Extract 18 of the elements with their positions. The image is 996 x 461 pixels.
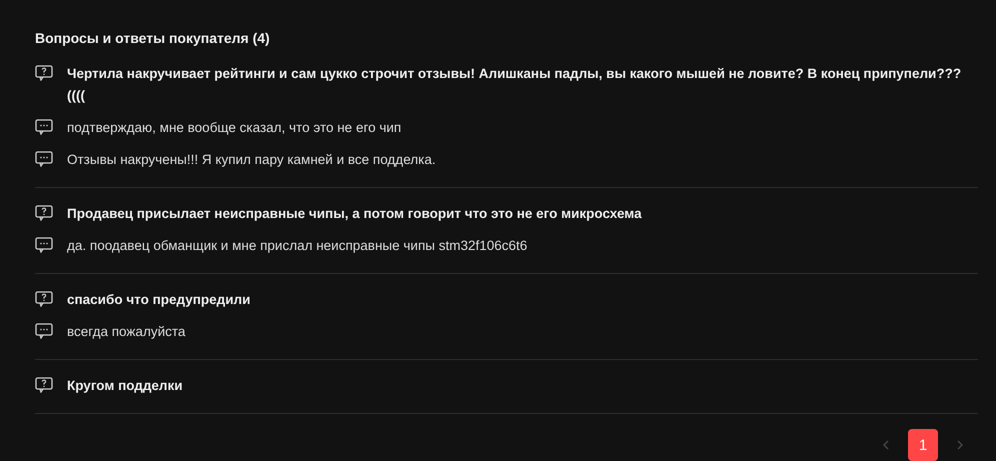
answer-text: да. поодавец обманщик и мне прислал неисправные чипы stm32f106c6t6 [67, 237, 528, 255]
answer-icon [35, 119, 53, 135]
question-text: Чертила накручивает рейтинги и сам цукко строчит отзывы! Алишканы падлы, вы какого мышей не ловите? В конец припупели???(((( [67, 65, 962, 105]
answer-icon [35, 237, 53, 253]
question-text: Продавец присылает неисправные чипы, а потом говорит что это не его микросхема [67, 205, 642, 223]
question-text: Кругом подделки [67, 377, 183, 395]
page-button[interactable]: 1 [908, 429, 938, 461]
answer-text: всегда пожалуйста [67, 323, 186, 341]
answer-icon [35, 151, 53, 167]
question-icon [35, 205, 53, 221]
answer-icon [35, 323, 53, 339]
question-text: спасибо что предупредили [67, 291, 250, 309]
question-icon [35, 377, 53, 393]
answer-text: подтверждаю, мне вообще сказал, что это не его чип [67, 119, 402, 137]
question-icon [35, 65, 53, 81]
answer-text: Отзывы накручены!!! Я купил пару камней и все подделка. [67, 151, 436, 169]
question-icon [35, 291, 53, 307]
section-title: Вопросы и ответы покупателя (4) [35, 29, 271, 48]
